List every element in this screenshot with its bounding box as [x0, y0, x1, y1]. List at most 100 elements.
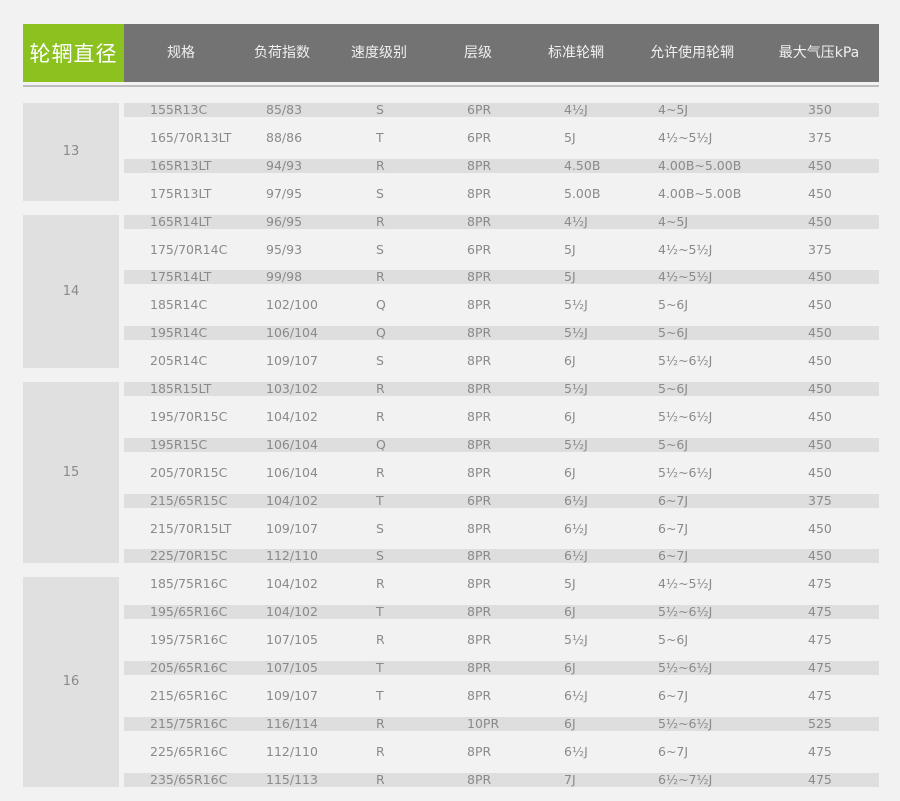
speed-rating-cell: R	[376, 269, 385, 285]
standard-rim-cell: 5.00B	[564, 185, 601, 201]
permitted-rims-cell: 6~7J	[658, 492, 689, 508]
speed-rating-cell: S	[376, 241, 384, 257]
speed-rating-cell: R	[376, 157, 385, 173]
spec-cell: 195R14C	[150, 325, 208, 341]
rim-diameter-cell: 13	[23, 103, 119, 201]
spec-cell: 185/75R16C	[150, 576, 228, 592]
standard-rim-cell: 5½J	[564, 436, 588, 452]
spec-cell: 175/70R14C	[150, 241, 228, 257]
load-index-cell: 115/113	[266, 771, 318, 787]
max-pressure-cell: 375	[808, 241, 832, 257]
max-pressure-cell: 450	[808, 213, 832, 229]
max-pressure-cell: 475	[808, 632, 832, 648]
table-header: 轮辋直径 规格 负荷指数 速度级别 层级 标准轮辋 允许使用轮辋 最大气压kPa	[23, 24, 879, 82]
table-row: 205/70R15C 106/104 R 8PR 6J 5½~6½J 450	[124, 464, 879, 494]
standard-rim-cell: 6J	[564, 353, 576, 369]
standard-rim-cell: 5½J	[564, 297, 588, 313]
table-row: 165/70R13LT 88/86 T 6PR 5J 4½~5½J 375	[124, 129, 879, 159]
standard-rim-cell: 6½J	[564, 492, 588, 508]
ply-rating-cell: 8PR	[467, 771, 492, 787]
table-row: 165R13LT 94/93 R 8PR 4.50B 4.00B~5.00B 450	[124, 157, 879, 187]
ply-rating-cell: 8PR	[467, 464, 492, 480]
load-index-cell: 96/95	[266, 213, 303, 229]
max-pressure-cell: 450	[808, 520, 832, 536]
max-pressure-cell: 450	[808, 157, 832, 173]
max-pressure-cell: 350	[808, 102, 832, 117]
permitted-rims-cell: 6½~7½J	[658, 771, 713, 787]
standard-rim-cell: 6½J	[564, 743, 588, 759]
ply-rating-cell: 8PR	[467, 353, 492, 369]
permitted-rims-cell: 5½~6½J	[658, 715, 713, 731]
spec-cell: 195/75R16C	[150, 632, 228, 648]
table-row: 185R14C 102/100 Q 8PR 5½J 5~6J 450	[124, 298, 879, 326]
permitted-rims-cell: 5½~6½J	[658, 660, 713, 675]
header-standard-rim: 标准轮辋	[548, 45, 604, 61]
standard-rim-cell: 5½J	[564, 381, 588, 396]
table-row: 215/65R16C 109/107 T 8PR 6½J 6~7J 475	[124, 688, 879, 717]
standard-rim-cell: 5J	[564, 269, 576, 285]
max-pressure-cell: 450	[808, 325, 832, 341]
table-row: 195/70R15C 104/102 R 8PR 6J 5½~6½J 450	[124, 408, 879, 438]
table-row: 205R14C 109/107 S 8PR 6J 5½~6½J 450	[124, 354, 879, 382]
table-row: 175R14LT 99/98 R 8PR 5J 4½~5½J 450	[124, 270, 879, 298]
ply-rating-cell: 8PR	[467, 185, 492, 201]
ply-rating-cell: 8PR	[467, 604, 492, 620]
spec-cell: 155R13C	[150, 102, 208, 117]
max-pressure-cell: 450	[808, 381, 832, 396]
standard-rim-cell: 5J	[564, 241, 576, 257]
permitted-rims-cell: 5~6J	[658, 381, 689, 396]
max-pressure-cell: 450	[808, 548, 832, 564]
table-row: 215/65R15C 104/102 T 6PR 6½J 6~7J 375	[124, 492, 879, 522]
spec-cell: 205R14C	[150, 353, 208, 369]
table-row: 215/70R15LT 109/107 S 8PR 6½J 6~7J 450	[124, 520, 879, 550]
ply-rating-cell: 6PR	[467, 129, 492, 145]
ply-rating-cell: 8PR	[467, 548, 492, 564]
table-row: 195/65R16C 104/102 T 8PR 6J 5½~6½J 475	[124, 605, 879, 633]
max-pressure-cell: 475	[808, 771, 832, 787]
load-index-cell: 106/104	[266, 436, 318, 452]
standard-rim-cell: 6J	[564, 604, 576, 620]
load-index-cell: 85/83	[266, 102, 303, 117]
max-pressure-cell: 450	[808, 353, 832, 369]
rim-diameter-cell: 15	[23, 382, 119, 564]
speed-rating-cell: R	[376, 743, 385, 759]
speed-rating-cell: R	[376, 213, 385, 229]
permitted-rims-cell: 4½~5½J	[658, 576, 713, 592]
table-row: 175/70R14C 95/93 S 6PR 5J 4½~5½J 375	[124, 241, 879, 271]
table-row: 185R15LT 103/102 R 8PR 5½J 5~6J 450	[124, 382, 879, 410]
table-row: 195R15C 106/104 Q 8PR 5½J 5~6J 450	[124, 436, 879, 466]
load-index-cell: 112/110	[266, 548, 318, 564]
table-row: 195R14C 106/104 Q 8PR 5½J 5~6J 450	[124, 326, 879, 354]
load-index-cell: 103/102	[266, 381, 318, 396]
max-pressure-cell: 525	[808, 715, 832, 731]
permitted-rims-cell: 5~6J	[658, 325, 689, 341]
max-pressure-cell: 450	[808, 436, 832, 452]
spec-cell: 235/65R16C	[150, 771, 228, 787]
permitted-rims-cell: 4½~5½J	[658, 241, 713, 257]
max-pressure-cell: 475	[808, 576, 832, 592]
speed-rating-cell: R	[376, 632, 385, 648]
ply-rating-cell: 6PR	[467, 241, 492, 257]
permitted-rims-cell: 5½~6½J	[658, 464, 713, 480]
header-ply-rating: 层级	[464, 45, 492, 61]
standard-rim-cell: 5J	[564, 129, 576, 145]
max-pressure-cell: 450	[808, 408, 832, 424]
spec-cell: 195/65R16C	[150, 604, 228, 620]
standard-rim-cell: 6J	[564, 715, 576, 731]
standard-rim-cell: 6J	[564, 660, 576, 675]
permitted-rims-cell: 4~5J	[658, 213, 689, 229]
speed-rating-cell: S	[376, 520, 384, 536]
spec-cell: 225/65R16C	[150, 743, 228, 759]
ply-rating-cell: 8PR	[467, 576, 492, 592]
load-index-cell: 112/110	[266, 743, 318, 759]
rim-diameter-cell: 14	[23, 214, 119, 369]
max-pressure-cell: 475	[808, 604, 832, 620]
spec-cell: 225/70R15C	[150, 548, 228, 564]
permitted-rims-cell: 5½~6½J	[658, 408, 713, 424]
spec-cell: 215/75R16C	[150, 715, 228, 731]
ply-rating-cell: 8PR	[467, 381, 492, 396]
ply-rating-cell: 8PR	[467, 660, 492, 675]
header-load-index: 负荷指数	[254, 45, 310, 61]
max-pressure-cell: 450	[808, 269, 832, 285]
speed-rating-cell: S	[376, 353, 384, 369]
